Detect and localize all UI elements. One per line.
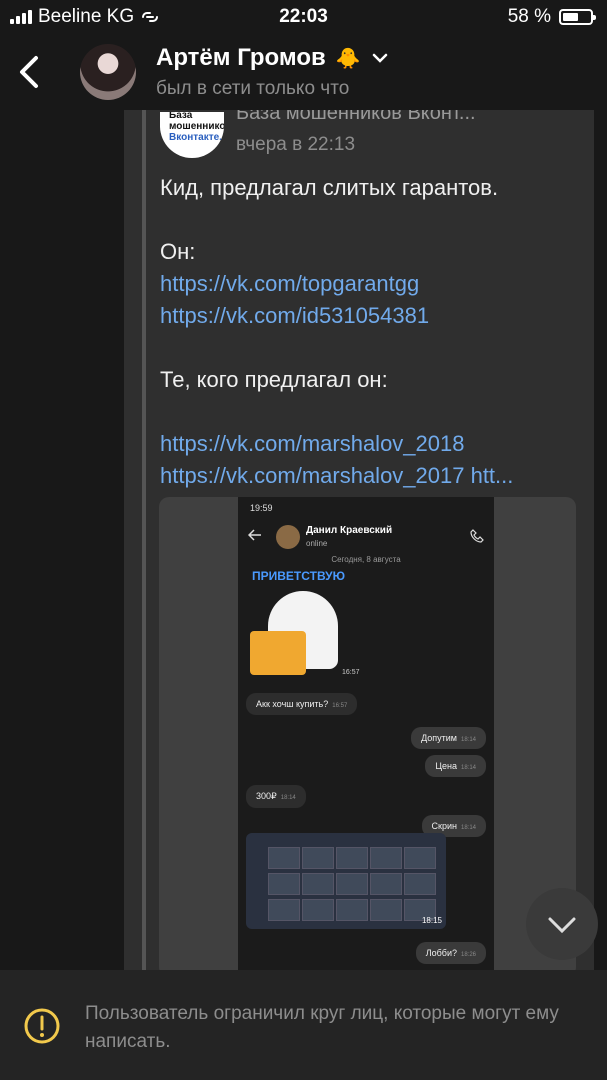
status-bar: Beeline KG 22:03 58 % bbox=[0, 0, 607, 34]
link-marshalov-2018[interactable]: https://vk.com/marshalov_2018 bbox=[160, 431, 464, 456]
source-logo-line2: Вконтакте. bbox=[169, 132, 222, 143]
inventory-cell bbox=[302, 847, 334, 869]
inventory-cell bbox=[302, 873, 334, 895]
sticker-box bbox=[250, 631, 306, 675]
chat-area: База мошенников Вконтакте. База мошенник… bbox=[0, 110, 607, 970]
screenshot-contact-name: Данил Краевский bbox=[306, 525, 393, 536]
post-time: вчера в 22:13 bbox=[236, 134, 356, 155]
chat-header: Артём Громов 🐥 был в сети только что bbox=[0, 34, 607, 110]
phone-icon bbox=[470, 529, 484, 543]
avatar[interactable] bbox=[80, 44, 136, 100]
restriction-notice: Пользователь ограничил круг лиц, которые… bbox=[85, 1003, 559, 1052]
contact-emoji: 🐥 bbox=[335, 47, 361, 70]
last-seen: был в сети только что bbox=[156, 78, 350, 99]
inventory-cell bbox=[336, 873, 368, 895]
contact-name-text: Артём Громов bbox=[156, 44, 326, 71]
battery-percent: 58 % bbox=[507, 6, 551, 27]
inventory-cell bbox=[336, 847, 368, 869]
link-id[interactable]: https://vk.com/id531054381 bbox=[160, 303, 429, 328]
source-logo-line1: База мошенников bbox=[169, 112, 224, 132]
inventory-cell bbox=[404, 873, 436, 895]
inventory-time: 18:15 bbox=[421, 916, 442, 925]
screenshot-contact-status: online bbox=[306, 539, 328, 548]
link-marshalov-2017[interactable]: https://vk.com/marshalov_2017 htt... bbox=[160, 463, 513, 488]
inventory-cell bbox=[268, 899, 300, 921]
inventory-cell bbox=[370, 847, 402, 869]
inventory-cell bbox=[370, 873, 402, 895]
inventory-cell bbox=[268, 873, 300, 895]
scroll-down-icon bbox=[548, 917, 576, 934]
screenshot-message: Акк хочш купить? 16:57 bbox=[246, 693, 358, 715]
inventory-cell bbox=[336, 899, 368, 921]
restriction-footer: Пользователь ограничил круг лиц, которые… bbox=[0, 970, 607, 1080]
sticker-time: 16:57 bbox=[342, 669, 360, 676]
contact-name[interactable]: Артём Громов 🐥 bbox=[156, 44, 389, 72]
screenshot-date: Сегодня, 8 августа bbox=[331, 555, 401, 564]
screenshot-phone: 19:59 Данил Краевский online Сегодня, 8 … bbox=[238, 497, 494, 970]
screenshot-message: Лобби? 18:26 bbox=[415, 942, 486, 964]
post-label-those: Те, кого предлагал он: bbox=[160, 367, 388, 392]
warning-circle-icon bbox=[24, 1008, 60, 1044]
back-chevron-icon[interactable] bbox=[14, 52, 46, 92]
screenshot-status-time: 19:59 bbox=[250, 503, 273, 513]
screenshot-avatar bbox=[276, 525, 300, 549]
screenshot-header: Данил Краевский online bbox=[238, 519, 494, 553]
inventory-cell bbox=[404, 847, 436, 869]
screenshot-message: Цена 18:14 bbox=[425, 755, 486, 777]
scroll-down-button[interactable] bbox=[526, 888, 598, 960]
inventory-cell bbox=[370, 899, 402, 921]
source-name[interactable]: База мошенников Вконт... bbox=[236, 110, 476, 125]
sticker-text: ПРИВЕТСТВУЮ bbox=[252, 569, 345, 583]
post-line: Кид, предлагал слитых гарантов. bbox=[160, 175, 499, 200]
inventory-image: 18:15 bbox=[246, 833, 446, 929]
inventory-cell bbox=[302, 899, 334, 921]
sticker: ПРИВЕТСТВУЮ 16:57 bbox=[246, 569, 360, 679]
screenshot-message: Допутим 18:14 bbox=[411, 727, 486, 749]
post-text: Кид, предлагал слитых гарантов. Он: http… bbox=[160, 172, 570, 492]
forward-bar bbox=[142, 110, 146, 970]
forwarded-post[interactable]: База мошенников Вконтакте. База мошенник… bbox=[124, 110, 594, 970]
battery-icon bbox=[559, 9, 596, 25]
link-topgarant[interactable]: https://vk.com/topgarantgg bbox=[160, 271, 419, 296]
chevron-down-icon[interactable] bbox=[371, 49, 389, 67]
screenshot-message: 300₽ 18:14 bbox=[246, 785, 306, 808]
post-label-he: Он: bbox=[160, 239, 196, 264]
battery: 58 % bbox=[507, 6, 596, 28]
inventory-cell bbox=[268, 847, 300, 869]
source-logo[interactable]: База мошенников Вконтакте. bbox=[160, 112, 224, 158]
attached-screenshot[interactable]: 19:59 Данил Краевский online Сегодня, 8 … bbox=[159, 497, 576, 970]
arrow-left-icon bbox=[248, 529, 261, 541]
